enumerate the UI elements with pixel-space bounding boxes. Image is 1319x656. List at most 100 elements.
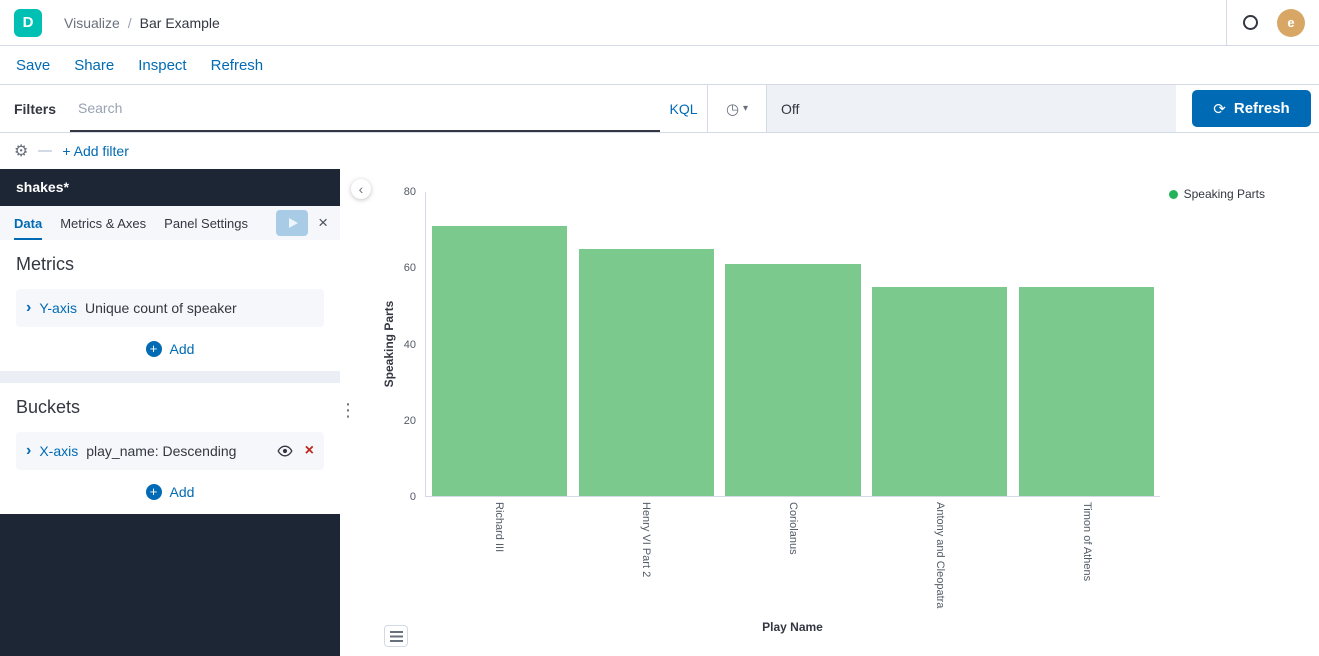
x-label-slot: Timon of Athens: [1013, 502, 1160, 620]
breadcrumb-page-title: Bar Example: [140, 15, 220, 31]
kql-button[interactable]: KQL: [660, 85, 708, 132]
add-bucket-label: Add: [170, 484, 195, 500]
apply-changes-button[interactable]: [276, 210, 308, 236]
buckets-title: Buckets: [16, 397, 324, 418]
header-right: e: [1226, 0, 1319, 45]
bucket-axis-label: X-axis: [39, 443, 78, 459]
refresh-link[interactable]: Refresh: [211, 57, 264, 74]
x-tick-label: Timon of Athens: [1080, 502, 1093, 620]
y-tick-label: 20: [404, 415, 416, 427]
bar-slot: [720, 192, 867, 496]
x-label-slot: Richard III: [425, 502, 572, 620]
x-label-slot: Coriolanus: [719, 502, 866, 620]
x-tick-label: Coriolanus: [786, 502, 799, 620]
x-tick-label: Richard III: [492, 502, 505, 620]
clock-icon: ◷: [726, 100, 739, 118]
chart-panel: Speaking Parts Speaking Parts 020406080 …: [340, 169, 1319, 656]
bucket-agg-row[interactable]: › X-axis play_name: Descending ×: [16, 432, 324, 470]
eye-toggle-button[interactable]: [277, 443, 293, 459]
space-avatar[interactable]: D: [14, 9, 42, 37]
x-label-slot: Antony and Cleopatra: [866, 502, 1013, 620]
kibana-app: D Visualize / Bar Example e Save Share I…: [0, 0, 1319, 656]
bar-slot: [573, 192, 720, 496]
collapse-sidebar-button[interactable]: ‹: [351, 179, 371, 199]
chevron-down-icon: ▾: [743, 103, 748, 114]
gear-icon[interactable]: ⚙: [14, 141, 28, 161]
chevron-right-icon: ›: [26, 300, 31, 316]
remove-bucket-button[interactable]: ×: [305, 442, 314, 460]
close-icon[interactable]: ×: [318, 213, 328, 233]
visualize-toolbar: Save Share Inspect Refresh: [0, 46, 1319, 84]
refresh-button-label: Refresh: [1234, 100, 1290, 117]
help-button[interactable]: [1227, 0, 1273, 45]
vis-editor-sidebar: shakes* Data Metrics & Axes Panel Settin…: [0, 169, 340, 656]
plot-area: [425, 192, 1160, 497]
resize-handle[interactable]: ⋮: [339, 401, 357, 419]
refresh-interval-value[interactable]: Off: [766, 85, 1176, 132]
play-icon: [289, 218, 298, 228]
add-metric-button[interactable]: + Add: [16, 341, 324, 359]
buckets-section: Buckets › X-axis play_name: Descending: [0, 383, 340, 514]
bar-slot: [426, 192, 573, 496]
breadcrumb-visualize[interactable]: Visualize: [64, 15, 120, 31]
divider: [38, 150, 52, 152]
search-input[interactable]: [78, 85, 652, 130]
x-axis-title: Play Name: [425, 620, 1160, 634]
eye-icon: [277, 443, 293, 459]
plus-icon: +: [146, 341, 162, 357]
bar[interactable]: [725, 264, 860, 496]
tab-panel-settings[interactable]: Panel Settings: [164, 206, 248, 240]
inspect-button[interactable]: Inspect: [138, 57, 186, 74]
refresh-icon: ⟳: [1213, 100, 1226, 118]
query-bar: Filters KQL ◷ ▾ Off ⟳ Refresh: [0, 84, 1319, 133]
search-box: [70, 85, 660, 132]
metric-agg-description: Unique count of speaker: [85, 300, 237, 316]
plus-icon: +: [146, 484, 162, 500]
tab-data[interactable]: Data: [14, 206, 42, 240]
metric-axis-label: Y-axis: [39, 300, 77, 316]
bucket-row-actions: ×: [277, 442, 314, 460]
share-button[interactable]: Share: [74, 57, 114, 74]
time-picker-group: ◷ ▾ Off: [708, 85, 1176, 132]
time-picker-button[interactable]: ◷ ▾: [708, 85, 766, 132]
bar[interactable]: [1019, 287, 1154, 496]
y-tick-label: 0: [410, 491, 416, 503]
metrics-section: Metrics › Y-axis Unique count of speaker…: [0, 240, 340, 371]
bar-slot: [866, 192, 1013, 496]
legend-toggle-button[interactable]: [384, 625, 408, 647]
x-labels: Richard III Henry VI Part 2 Coriolanus Anto…: [425, 502, 1160, 620]
bar[interactable]: [579, 249, 714, 496]
legend-dot: [1169, 190, 1178, 199]
y-tick-label: 60: [404, 262, 416, 274]
breadcrumb: Visualize / Bar Example: [64, 15, 220, 31]
bucket-agg-description: play_name: Descending: [86, 443, 236, 459]
legend-label: Speaking Parts: [1184, 187, 1265, 201]
x-tick-label: Antony and Cleopatra: [933, 502, 946, 620]
add-metric-label: Add: [170, 341, 195, 357]
sidebar-sheet: Metrics › Y-axis Unique count of speaker…: [0, 240, 340, 514]
metric-agg-row[interactable]: › Y-axis Unique count of speaker: [16, 289, 324, 327]
user-avatar[interactable]: e: [1277, 9, 1305, 37]
sidebar-tabs: Data Metrics & Axes Panel Settings ×: [0, 206, 340, 240]
filters-menu-button[interactable]: Filters: [0, 85, 70, 132]
help-icon: [1243, 15, 1258, 30]
bar[interactable]: [432, 226, 567, 496]
tab-metrics-axes[interactable]: Metrics & Axes: [60, 206, 146, 240]
y-tick-label: 40: [404, 339, 416, 351]
global-header: D Visualize / Bar Example e: [0, 0, 1319, 46]
y-tick-label: 80: [404, 186, 416, 198]
add-bucket-button[interactable]: + Add: [16, 484, 324, 502]
section-divider: [0, 371, 340, 383]
breadcrumb-separator: /: [128, 15, 132, 31]
filter-actions-row: ⚙ + Add filter: [0, 133, 1319, 169]
bar[interactable]: [872, 287, 1007, 496]
index-pattern-title: shakes*: [0, 169, 340, 206]
legend-item[interactable]: Speaking Parts: [1169, 187, 1265, 201]
list-icon: [390, 631, 403, 642]
x-label-slot: Henry VI Part 2: [572, 502, 719, 620]
refresh-button[interactable]: ⟳ Refresh: [1192, 90, 1311, 127]
add-filter-button[interactable]: + Add filter: [62, 143, 129, 159]
save-button[interactable]: Save: [16, 57, 50, 74]
x-tick-label: Henry VI Part 2: [639, 502, 652, 620]
bar-slot: [1013, 192, 1160, 496]
